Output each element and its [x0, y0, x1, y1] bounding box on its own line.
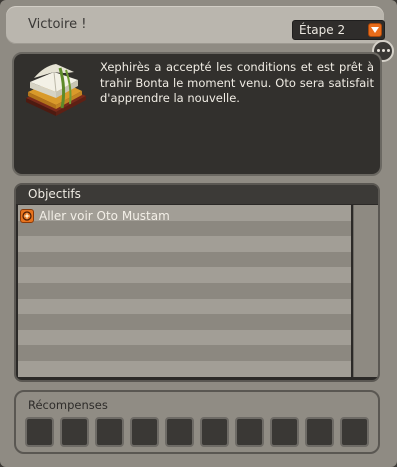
reward-slot[interactable] [60, 417, 89, 447]
reward-slot[interactable] [165, 417, 194, 447]
quest-description-panel: Xephirès a accepté les conditions et est… [12, 52, 382, 176]
reward-slot[interactable] [95, 417, 124, 447]
reward-slot[interactable] [200, 417, 229, 447]
list-item [18, 282, 351, 299]
reward-slot[interactable] [305, 417, 334, 447]
list-item [18, 251, 351, 268]
rewards-title: Récompenses [28, 398, 108, 412]
quest-description-text: Xephirès a accepté les conditions et est… [100, 60, 374, 105]
list-item [18, 236, 351, 252]
objectives-scrollbar[interactable] [353, 205, 378, 377]
objective-label: Aller voir Oto Mustam [39, 209, 170, 223]
quest-title: Victoire ! [28, 17, 87, 32]
list-item [18, 360, 351, 377]
step-dropdown-value: Étape 2 [299, 23, 346, 37]
objectives-panel: Objectifs Aller voir Oto Mustam [14, 183, 380, 382]
chevron-down-icon[interactable] [368, 23, 382, 37]
objectives-title: Objectifs [28, 187, 81, 201]
list-item [18, 298, 351, 315]
objectives-header: Objectifs [16, 185, 378, 204]
reward-slot[interactable] [235, 417, 264, 447]
reward-slot[interactable] [340, 417, 369, 447]
book-icon [20, 58, 90, 116]
quest-window: Victoire ! Étape 2 Xephirès a accepté le… [0, 0, 397, 467]
list-item [18, 329, 351, 346]
reward-slot[interactable] [130, 417, 159, 447]
rewards-panel: Récompenses [14, 390, 380, 454]
list-item [18, 314, 351, 330]
reward-slot[interactable] [25, 417, 54, 447]
list-item [18, 267, 351, 283]
reward-slot[interactable] [270, 417, 299, 447]
reward-slots [25, 417, 369, 447]
quest-header: Victoire ! Étape 2 [6, 6, 385, 44]
step-dropdown[interactable]: Étape 2 [292, 20, 385, 40]
compass-icon[interactable] [20, 209, 34, 223]
objectives-list [18, 205, 351, 377]
list-item [18, 345, 351, 361]
